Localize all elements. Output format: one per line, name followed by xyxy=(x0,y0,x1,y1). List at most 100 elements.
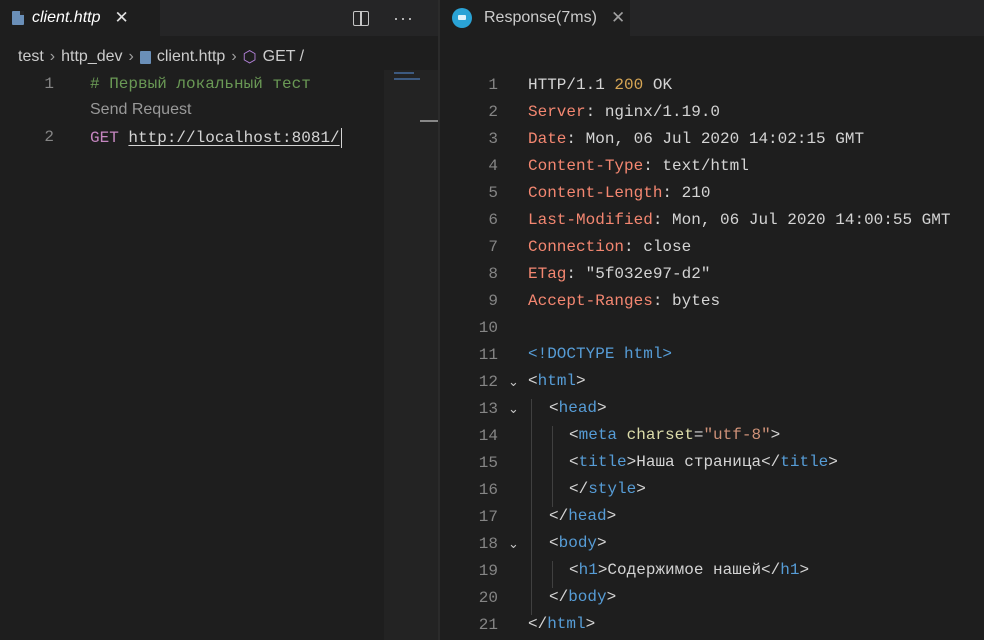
tag-h1: h1 xyxy=(578,561,598,579)
header-colon: : xyxy=(652,211,673,229)
header-name: Connection xyxy=(528,238,625,256)
response-header-line: Last-Modified: Mon, 06 Jul 2020 14:00:55… xyxy=(528,211,950,229)
line-number: 11 xyxy=(478,346,498,364)
line-number: 17 xyxy=(478,508,498,526)
status-code: 200 xyxy=(614,76,644,94)
header-colon: : xyxy=(652,292,673,310)
header-name: ETag xyxy=(528,265,567,283)
response-tab-bar: Response(7ms) ✕ xyxy=(440,0,984,36)
chevron-right-icon: › xyxy=(128,48,134,65)
editor-actions: ··· xyxy=(353,0,414,36)
close-icon[interactable]: ✕ xyxy=(611,8,625,28)
line-number: 16 xyxy=(478,481,498,499)
header-name: Content-Length xyxy=(528,184,663,202)
line-number: 3 xyxy=(488,130,498,148)
tab-client-http[interactable]: client.http ✕ xyxy=(0,0,160,36)
line-number: 6 xyxy=(488,211,498,229)
body-open-line: <body> xyxy=(549,534,607,552)
breadcrumb-item-http-dev[interactable]: http_dev xyxy=(61,48,122,66)
line-number: 21 xyxy=(478,616,498,634)
fold-chevron-icon[interactable]: ⌄ xyxy=(508,536,519,552)
response-pane: Response(7ms) ✕ 1 2 3 4 5 6 7 8 9 10 11 12 13 14 15 16 1… xyxy=(440,0,984,640)
breadcrumb: test › http_dev › client.http › ⬡ GET / xyxy=(18,46,304,68)
header-name: Accept-Ranges xyxy=(528,292,653,310)
attr-value: "utf-8" xyxy=(703,426,771,444)
response-header-line: Server: nginx/1.19.0 xyxy=(528,103,720,121)
line-number: 2 xyxy=(488,103,498,121)
send-request-link[interactable]: Send Request xyxy=(90,101,191,119)
tab-label: Response(7ms) xyxy=(484,9,597,26)
h1-line: <h1>Содержимое нашей</h1> xyxy=(569,561,810,579)
breadcrumb-item-test[interactable]: test xyxy=(18,48,44,66)
tag-head-close: head xyxy=(568,507,607,525)
line-number: 19 xyxy=(478,562,498,580)
response-header-line: Accept-Ranges: bytes xyxy=(528,292,720,310)
header-value: text/html xyxy=(662,157,749,175)
line-number: 5 xyxy=(488,184,498,202)
more-actions-icon[interactable]: ··· xyxy=(393,8,414,29)
tag-title: title xyxy=(578,453,627,471)
attr-charset: charset xyxy=(626,426,694,444)
head-close-line: </head> xyxy=(549,507,617,525)
close-icon[interactable]: ✕ xyxy=(114,8,128,28)
fold-chevron-icon[interactable]: ⌄ xyxy=(508,374,519,390)
response-header-line: ETag: "5f032e97-d2" xyxy=(528,265,710,283)
header-value: Mon, 06 Jul 2020 14:02:15 GMT xyxy=(585,130,865,148)
header-colon: : xyxy=(643,157,663,175)
protocol: HTTP/1.1 xyxy=(528,76,605,94)
breadcrumb-item-client-http[interactable]: client.http xyxy=(157,48,225,66)
status-text: OK xyxy=(652,76,673,94)
file-icon xyxy=(139,50,151,64)
tab-label: client.http xyxy=(32,9,101,26)
header-value: 210 xyxy=(681,184,711,202)
tag-style: style xyxy=(588,480,637,498)
symbol-cube-icon: ⬡ xyxy=(242,49,257,66)
rest-client-icon xyxy=(452,8,472,28)
line-number: 15 xyxy=(478,454,498,472)
tag-title-close: title xyxy=(780,453,829,471)
tag-html: html xyxy=(537,372,577,390)
h1-text: Содержимое нашей xyxy=(607,561,762,579)
minimap[interactable] xyxy=(384,70,438,640)
line-number: 13 xyxy=(478,400,498,418)
header-colon: : xyxy=(585,103,605,121)
line-number: 18 xyxy=(478,535,498,553)
line-number: 14 xyxy=(478,427,498,445)
html-open-line: <html> xyxy=(528,372,586,390)
title-text: Наша страница xyxy=(636,453,762,471)
tag-h1-close: h1 xyxy=(780,561,800,579)
indent-guide xyxy=(552,426,553,507)
file-icon xyxy=(12,11,24,25)
line-number: 9 xyxy=(488,292,498,310)
line-number: 20 xyxy=(478,589,498,607)
comment-line[interactable]: # Первый локальный тест xyxy=(90,75,311,93)
breadcrumb-item-get[interactable]: GET / xyxy=(263,48,305,66)
header-value: nginx/1.19.0 xyxy=(604,103,721,121)
response-header-line: Content-Length: 210 xyxy=(528,184,710,202)
tag-body-close: body xyxy=(568,588,607,606)
tab-response[interactable]: Response(7ms) ✕ xyxy=(440,0,630,36)
line-number: 8 xyxy=(488,265,498,283)
status-line: HTTP/1.1 200 OK xyxy=(528,76,672,94)
http-method: GET xyxy=(90,129,119,148)
response-header-line: Connection: close xyxy=(528,238,691,256)
request-line[interactable]: GET http://localhost:8081/ xyxy=(90,128,342,148)
header-value: bytes xyxy=(672,292,721,310)
request-url: http://localhost:8081/ xyxy=(128,129,340,148)
minimap-line xyxy=(394,72,414,74)
response-header-line: Content-Type: text/html xyxy=(528,157,749,175)
response-header-line: Date: Mon, 06 Jul 2020 14:02:15 GMT xyxy=(528,130,864,148)
header-colon: : xyxy=(566,265,586,283)
split-editor-icon[interactable] xyxy=(353,10,370,26)
header-value: close xyxy=(643,238,692,256)
tag-meta: meta xyxy=(578,426,618,444)
fold-chevron-icon[interactable]: ⌄ xyxy=(508,401,519,417)
tag-html-close: html xyxy=(547,615,586,633)
header-colon: : xyxy=(662,184,682,202)
editor-pane: client.http ✕ ··· test › http_dev › clie… xyxy=(0,0,438,640)
indent-guide xyxy=(531,399,532,615)
header-name: Date xyxy=(528,130,567,148)
scrollbar-marker[interactable] xyxy=(420,120,438,122)
header-name: Content-Type xyxy=(528,157,644,175)
line-number: 2 xyxy=(44,128,54,146)
